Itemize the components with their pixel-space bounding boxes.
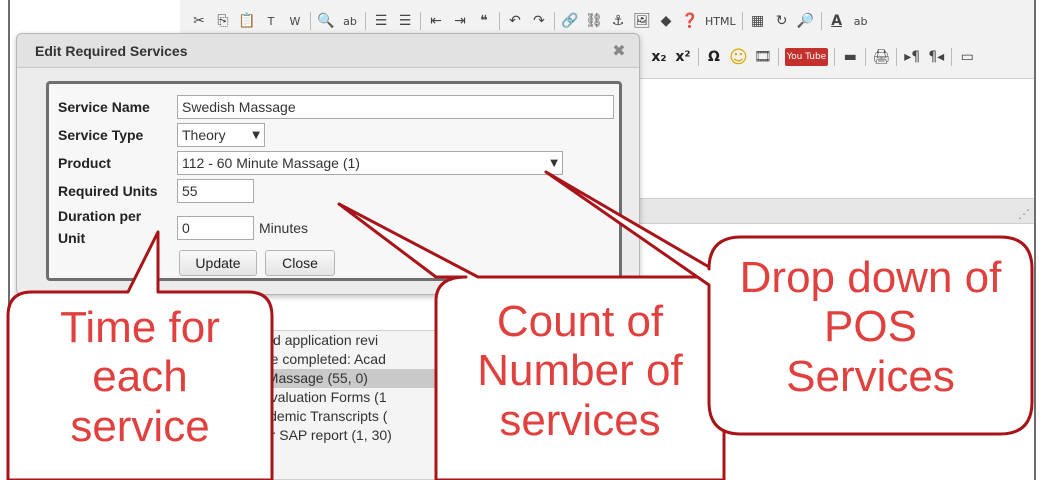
resize-grip-icon[interactable]: ⋰ (1018, 207, 1030, 221)
dialog-title: Edit Required Services (35, 43, 188, 59)
toolbar-button-icon[interactable]: 🎞 (754, 47, 772, 67)
toolbar-separator (896, 48, 898, 66)
toolbar-button-icon[interactable]: ⎘ (214, 11, 232, 31)
service-list-item[interactable]: nt file completed: Acad (241, 350, 449, 369)
close-button[interactable]: Close (265, 250, 335, 276)
toolbar-button-icon[interactable]: ❝ (475, 11, 493, 31)
service-list-item[interactable]: Academic Transcripts ( (241, 407, 449, 426)
dialog-titlebar[interactable]: Edit Required Services ✖ (17, 34, 639, 68)
toolbar-button-icon[interactable]: x₂ (650, 47, 668, 67)
toolbar-button-icon[interactable]: x² (674, 47, 692, 67)
service-list-item[interactable]: board application revi (241, 331, 449, 350)
toolbar-button-icon[interactable]: ▭ (958, 47, 976, 67)
toolbar-button-icon[interactable]: ◆ (657, 11, 675, 31)
toolbar-button-icon[interactable]: ⚓ (609, 11, 627, 31)
page-border-right (1034, 0, 1036, 480)
toolbar-button-icon[interactable]: You Tube (784, 48, 829, 66)
update-button[interactable]: Update (179, 250, 257, 276)
toolbar-row-2: x₂ x² Ω ☺ 🎞 You Tube ▬ 🖨 ▸¶ ¶◂ ▭ (650, 44, 976, 70)
toolbar-button-icon[interactable]: ☺ (729, 47, 748, 68)
service-type-value: Theory (182, 127, 226, 143)
product-select[interactable]: 112 - 60 Minute Massage (1) ▼ (177, 151, 563, 175)
toolbar-button-icon[interactable]: ⇤ (427, 11, 445, 31)
toolbar-button-icon[interactable]: ↻ (773, 11, 791, 31)
toolbar-separator (365, 12, 366, 30)
toolbar-button-icon[interactable]: ❓ (681, 11, 699, 31)
required-services-list[interactable]: board application revi nt file completed:… (240, 330, 450, 480)
toolbar-separator (698, 48, 699, 66)
service-name-label: Service Name (58, 99, 150, 115)
page-border-left (8, 0, 10, 480)
toolbar-button-icon[interactable]: ¶◂ (927, 47, 945, 67)
toolbar-row-1: ✂ ⎘ 📋 T W 🔍 ab ☰ ☰ ⇤ ⇥ ❝ ↶ ↷ 🔗 ⛓ ⚓ 🖼 ◆ ❓ HTML ▦ ↻ 🔎 Aab (190, 8, 870, 34)
toolbar-button-icon[interactable]: A (828, 11, 846, 31)
toolbar-separator (834, 48, 836, 66)
toolbar-button-icon[interactable]: 🖨 (872, 47, 890, 67)
toolbar-button-icon[interactable]: 🔗 (561, 11, 579, 31)
edit-required-services-dialog: Edit Required Services ✖ Service Name Se… (16, 33, 640, 295)
duration-label-line2: Unit (58, 230, 86, 246)
toolbar-button-icon[interactable]: HTML (705, 11, 736, 31)
toolbar-button-icon[interactable]: ☰ (372, 11, 390, 31)
toolbar-button-icon[interactable]: ab (852, 11, 870, 31)
service-list-item[interactable]: er Evaluation Forms (1 (241, 388, 449, 407)
service-name-input[interactable] (177, 95, 614, 119)
toolbar-button-icon[interactable]: ▬ (841, 47, 859, 67)
service-type-label: Service Type (58, 127, 144, 143)
service-list-item[interactable]: Hour SAP report (1, 30) (241, 426, 449, 445)
toolbar-separator (741, 12, 743, 30)
toolbar-separator (820, 12, 822, 30)
toolbar-separator (499, 12, 500, 30)
product-value: 112 - 60 Minute Massage (1) (182, 155, 360, 171)
toolbar-button-icon[interactable]: 🖼 (633, 11, 651, 31)
toolbar-button-icon[interactable]: ▸¶ (903, 47, 921, 67)
toolbar-button-icon[interactable]: ✂ (190, 11, 208, 31)
toolbar-separator (420, 12, 421, 30)
toolbar-button-icon[interactable]: ab (341, 11, 359, 31)
toolbar-button-icon[interactable]: ☰ (396, 11, 414, 31)
toolbar-separator (951, 48, 953, 66)
toolbar-button-icon[interactable]: Ω (705, 47, 723, 67)
toolbar-button-icon[interactable]: 🔎 (797, 11, 815, 31)
duration-label-line1: Duration per (58, 208, 142, 224)
toolbar-separator (310, 12, 311, 30)
toolbar-button-icon[interactable]: 📋 (238, 11, 256, 31)
toolbar-button-icon[interactable]: ⛓ (585, 11, 603, 31)
toolbar-button-icon[interactable]: ⇥ (451, 11, 469, 31)
duration-unit-label: Minutes (259, 220, 309, 236)
service-list-item[interactable]: ish Massage (55, 0) (241, 369, 449, 388)
product-label: Product (58, 155, 111, 171)
chevron-down-icon: ▼ (550, 157, 558, 169)
close-icon[interactable]: ✖ (609, 40, 629, 60)
toolbar-button-icon[interactable]: ↶ (506, 11, 524, 31)
service-type-select[interactable]: Theory ▼ (177, 123, 265, 147)
toolbar-button-icon[interactable]: 🔍 (317, 11, 335, 31)
toolbar-button-icon[interactable]: W (286, 11, 304, 31)
duration-per-unit-input[interactable] (177, 216, 254, 240)
toolbar-button-icon[interactable]: ↷ (530, 11, 548, 31)
chevron-down-icon: ▼ (252, 129, 260, 141)
service-form: Service Name Service Type Theory ▼ Produ… (46, 81, 622, 281)
toolbar-button-icon[interactable]: T (262, 11, 280, 31)
required-units-input[interactable] (177, 179, 254, 203)
toolbar-separator (777, 48, 779, 66)
toolbar-separator (554, 12, 555, 30)
toolbar-button-icon[interactable]: ▦ (749, 11, 767, 31)
required-units-label: Required Units (58, 183, 158, 199)
toolbar-separator (865, 48, 867, 66)
